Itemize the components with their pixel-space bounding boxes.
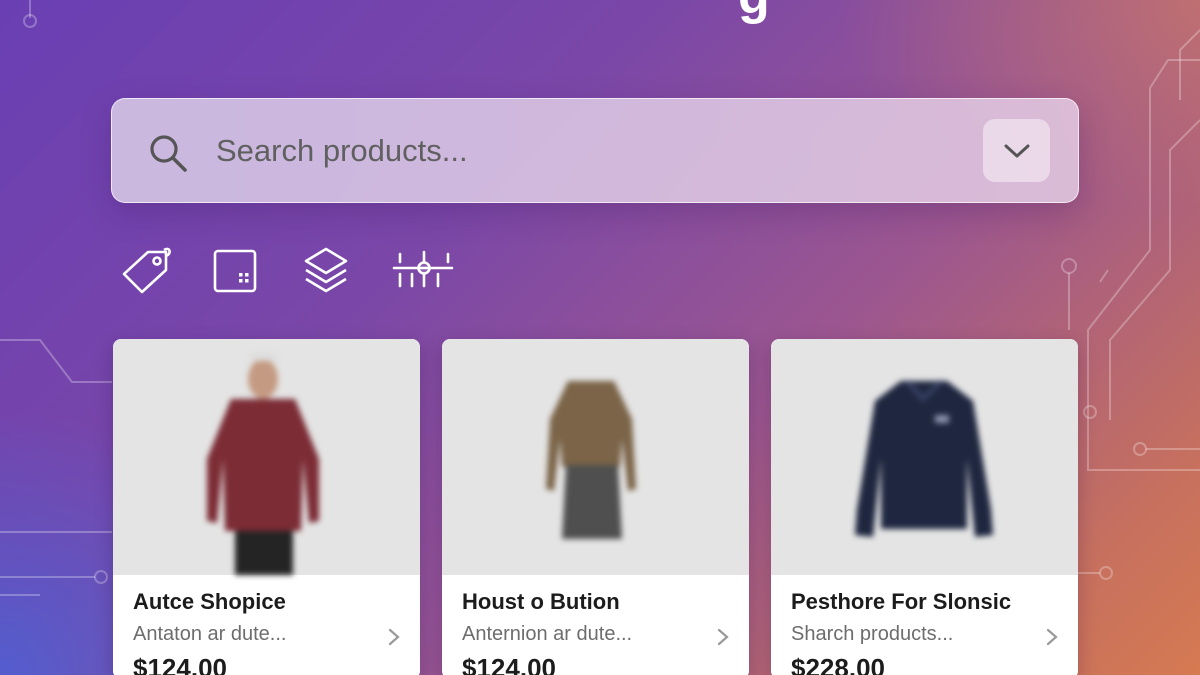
chevron-right-icon[interactable] [716, 627, 730, 647]
product-image [771, 339, 1078, 575]
product-title: Pesthore For Slonsic [791, 589, 1012, 614]
product-card[interactable]: Autce Shopice Antaton ar dute... $124.00 [113, 339, 420, 675]
tag-icon[interactable] [118, 246, 174, 296]
product-card[interactable]: Pesthore For Slonsic Sharch products... … [771, 339, 1078, 675]
sliders-icon[interactable] [392, 246, 454, 296]
product-card[interactable]: Houst o Bution Anternion ar dute... $124… [442, 339, 749, 675]
layers-icon[interactable] [298, 246, 354, 296]
page-heading-fragment: g [738, 0, 770, 26]
product-price: $124.00 [462, 653, 556, 675]
product-image [113, 339, 420, 575]
product-title: Houst o Bution [462, 589, 620, 614]
product-subtitle: Anternion ar dute... [462, 623, 633, 645]
chevron-right-icon[interactable] [387, 627, 401, 647]
chevron-right-icon[interactable] [1045, 627, 1059, 647]
product-image [442, 339, 749, 575]
product-price: $228.00 [791, 653, 885, 675]
product-price: $124.00 [133, 653, 227, 675]
product-subtitle: Antaton ar dute... [133, 623, 287, 645]
search-bar [111, 98, 1079, 203]
search-icon[interactable] [146, 131, 190, 175]
product-subtitle: Sharch products... [791, 623, 954, 645]
search-dropdown-button[interactable] [983, 119, 1050, 182]
search-input[interactable] [216, 125, 956, 177]
grid-icon[interactable] [207, 246, 263, 296]
product-title: Autce Shopice [133, 589, 286, 614]
chevron-down-icon [1004, 144, 1029, 157]
